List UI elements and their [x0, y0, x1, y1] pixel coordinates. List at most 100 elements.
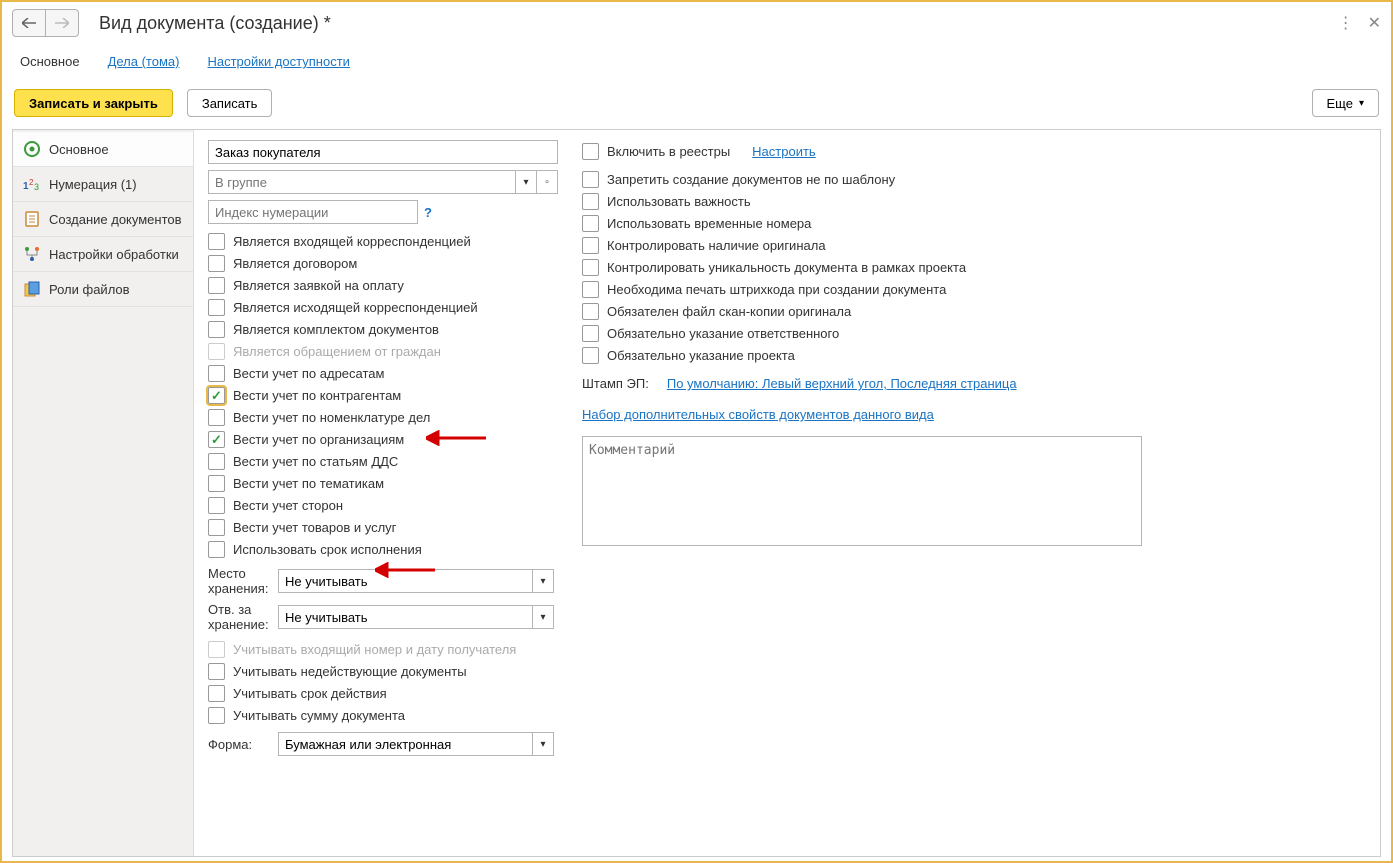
chevron-down-icon[interactable]: ▾	[515, 170, 537, 194]
storage-place-label: Место хранения:	[208, 566, 270, 596]
flow-icon	[23, 245, 41, 263]
checkbox[interactable]	[208, 255, 225, 272]
group-combo[interactable]: ▾ ▫	[208, 170, 558, 194]
tab-main[interactable]: Основное	[14, 50, 86, 75]
sidebar-item-create-docs[interactable]: Создание документов	[13, 202, 193, 237]
checkbox-label: Необходима печать штрихкода при создании…	[607, 282, 946, 297]
nav-back-button[interactable]	[12, 9, 46, 37]
form-select[interactable]: ▾	[278, 732, 554, 756]
comment-textarea[interactable]	[582, 436, 1142, 546]
window-title: Вид документа (создание) *	[99, 13, 1338, 34]
chevron-down-icon[interactable]: ▾	[532, 605, 554, 629]
stamp-link[interactable]: По умолчанию: Левый верхний угол, Послед…	[667, 376, 1017, 391]
storage-place-value[interactable]	[278, 569, 532, 593]
open-dialog-icon[interactable]: ▫	[537, 170, 558, 194]
checkbox-label: Является входящей корреспонденцией	[233, 234, 471, 249]
checkbox	[208, 641, 225, 658]
checkbox[interactable]	[582, 215, 599, 232]
sidebar-item-numbering[interactable]: 123 Нумерация (1)	[13, 167, 193, 202]
checkbox-label: Контролировать уникальность документа в …	[607, 260, 966, 275]
checkbox-label: Вести учет сторон	[233, 498, 343, 513]
checkbox-label: Является исходящей корреспонденцией	[233, 300, 478, 315]
checkbox-label: Вести учет по статьям ДДС	[233, 454, 398, 469]
sidebar-item-label: Основное	[49, 142, 109, 157]
svg-text:3: 3	[34, 182, 39, 192]
checkbox	[208, 343, 225, 360]
doc-icon	[23, 210, 41, 228]
checkbox[interactable]	[208, 277, 225, 294]
checkbox[interactable]	[208, 233, 225, 250]
checkbox-label: Учитывать срок действия	[233, 686, 387, 701]
checkbox[interactable]	[208, 497, 225, 514]
checkbox[interactable]	[208, 387, 225, 404]
checkbox[interactable]	[208, 519, 225, 536]
checkbox[interactable]	[208, 321, 225, 338]
checkbox-label: Использовать срок исполнения	[233, 542, 422, 557]
checkbox[interactable]	[208, 685, 225, 702]
checkbox-label: Является обращением от граждан	[233, 344, 441, 359]
checkbox[interactable]	[582, 237, 599, 254]
sidebar-item-file-roles[interactable]: Роли файлов	[13, 272, 193, 307]
tab-access[interactable]: Настройки доступности	[201, 50, 355, 75]
save-close-button[interactable]: Записать и закрыть	[14, 89, 173, 117]
checkbox-label: Использовать важность	[607, 194, 751, 209]
checkbox[interactable]	[582, 281, 599, 298]
numbers-icon: 123	[23, 175, 41, 193]
tab-files[interactable]: Дела (тома)	[102, 50, 186, 75]
index-input[interactable]	[208, 200, 418, 224]
checkbox[interactable]	[208, 475, 225, 492]
checkbox-label: Обязательно указание проекта	[607, 348, 795, 363]
checkbox[interactable]	[582, 171, 599, 188]
chevron-down-icon[interactable]: ▾	[532, 732, 554, 756]
additional-props-link[interactable]: Набор дополнительных свойств документов …	[582, 407, 934, 422]
chevron-down-icon[interactable]: ▾	[532, 569, 554, 593]
checkbox-label: Является заявкой на оплату	[233, 278, 404, 293]
checkbox[interactable]	[208, 541, 225, 558]
sidebar-item-processing[interactable]: Настройки обработки	[13, 237, 193, 272]
kebab-menu-icon[interactable]: ⋮	[1338, 13, 1354, 33]
files-icon	[23, 280, 41, 298]
checkbox[interactable]	[208, 663, 225, 680]
nav-forward-button[interactable]	[46, 9, 79, 37]
checkbox-label: Вести учет по адресатам	[233, 366, 384, 381]
more-button[interactable]: Еще ▾	[1312, 89, 1379, 117]
checkbox[interactable]	[582, 325, 599, 342]
checkbox-label: Учитывать входящий номер и дату получате…	[233, 642, 516, 657]
sidebar-item-main[interactable]: Основное	[13, 132, 193, 167]
checkbox[interactable]	[208, 707, 225, 724]
registry-configure-link[interactable]: Настроить	[752, 144, 816, 159]
checkbox[interactable]	[582, 259, 599, 276]
checkbox[interactable]	[208, 365, 225, 382]
storage-resp-select[interactable]: ▾	[278, 605, 554, 629]
storage-resp-value[interactable]	[278, 605, 532, 629]
checkbox-label: Является договором	[233, 256, 357, 271]
form-value[interactable]	[278, 732, 532, 756]
checkbox-label: Вести учет по контрагентам	[233, 388, 401, 403]
checkbox-label: Учитывать недействующие документы	[233, 664, 467, 679]
checkbox[interactable]	[208, 409, 225, 426]
group-input[interactable]	[208, 170, 515, 194]
checkbox[interactable]	[582, 347, 599, 364]
checkbox[interactable]	[208, 431, 225, 448]
checkbox[interactable]	[582, 303, 599, 320]
checkbox-label: Вести учет по номенклатуре дел	[233, 410, 430, 425]
save-button[interactable]: Записать	[187, 89, 273, 117]
help-icon[interactable]: ?	[424, 205, 432, 220]
checkbox[interactable]	[208, 453, 225, 470]
sidebar: Основное 123 Нумерация (1) Создание доку…	[13, 130, 194, 856]
sidebar-item-label: Настройки обработки	[49, 247, 179, 262]
storage-resp-label: Отв. за хранение:	[208, 602, 270, 632]
registry-label: Включить в реестры	[607, 144, 730, 159]
checkbox-label: Контролировать наличие оригинала	[607, 238, 826, 253]
checkbox[interactable]	[208, 299, 225, 316]
name-input[interactable]	[208, 140, 558, 164]
registry-checkbox[interactable]	[582, 143, 599, 160]
checkbox-label: Использовать временные номера	[607, 216, 811, 231]
close-icon[interactable]: ✕	[1368, 13, 1381, 33]
checkbox-label: Обязателен файл скан-копии оригинала	[607, 304, 851, 319]
storage-place-select[interactable]: ▾	[278, 569, 554, 593]
stamp-label: Штамп ЭП:	[582, 376, 649, 391]
checkbox-label: Обязательно указание ответственного	[607, 326, 839, 341]
checkbox[interactable]	[582, 193, 599, 210]
checkbox-label: Вести учет товаров и услуг	[233, 520, 396, 535]
